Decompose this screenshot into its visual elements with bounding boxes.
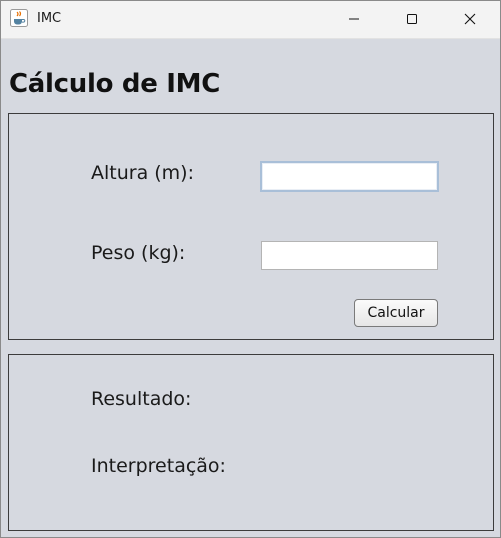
weight-input[interactable]: [261, 241, 438, 270]
window-title: IMC: [37, 11, 62, 26]
height-input[interactable]: [260, 161, 439, 192]
app-window: IMC Cálculo de IMC Altura (m): Peso (kg)…: [0, 0, 501, 538]
calculate-button[interactable]: Calcular: [354, 299, 438, 327]
title-bar[interactable]: IMC: [1, 1, 500, 39]
maximize-button[interactable]: [383, 1, 441, 38]
result-label: Resultado:: [91, 388, 192, 410]
results-panel: Resultado: Interpretação:: [8, 354, 494, 531]
weight-label: Peso (kg):: [91, 242, 186, 264]
page-title: Cálculo de IMC: [9, 69, 221, 99]
close-icon: [464, 10, 476, 29]
close-button[interactable]: [441, 1, 499, 38]
input-panel: Altura (m): Peso (kg): Calcular: [8, 113, 494, 340]
maximize-icon: [406, 10, 418, 29]
height-label: Altura (m):: [91, 162, 194, 184]
minimize-icon: [348, 10, 360, 29]
interpretation-label: Interpretação:: [91, 455, 226, 477]
java-icon: [10, 9, 28, 27]
minimize-button[interactable]: [325, 1, 383, 38]
